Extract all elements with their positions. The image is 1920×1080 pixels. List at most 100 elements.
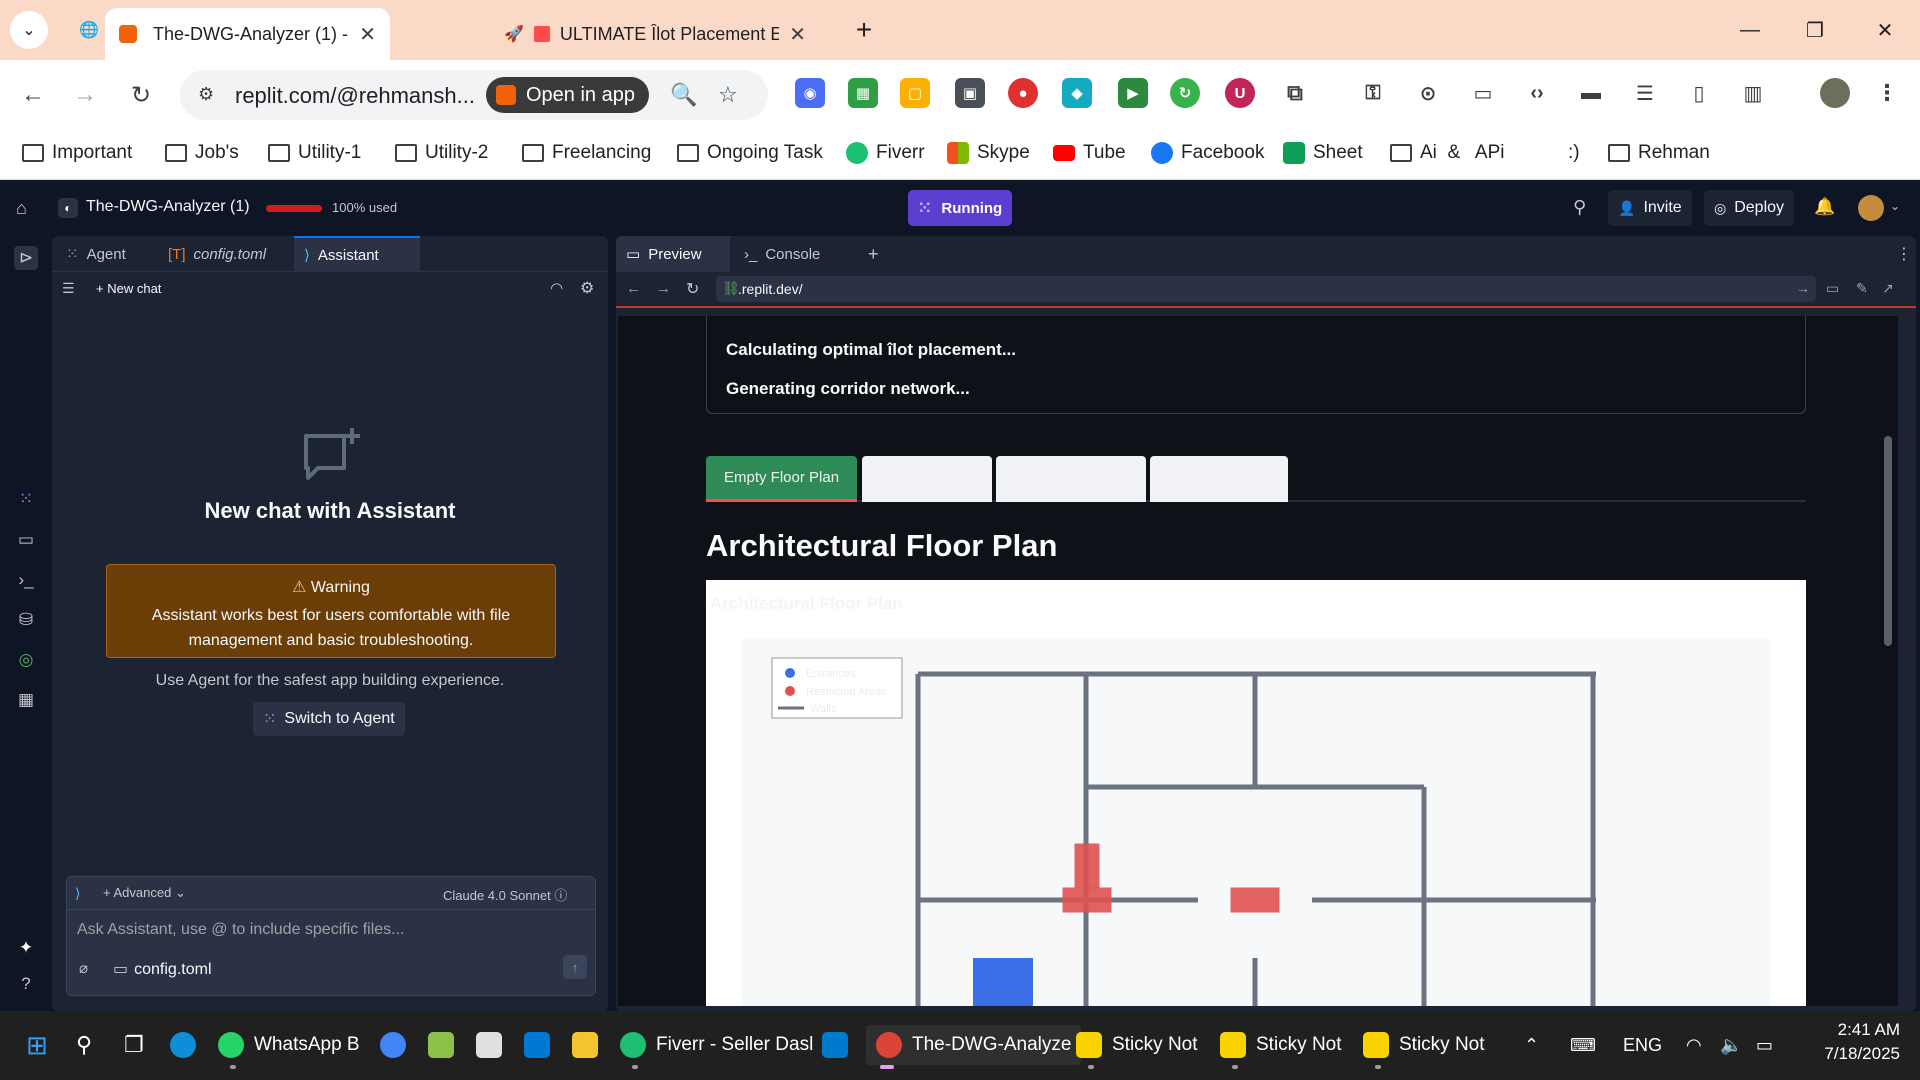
kebab-menu-icon[interactable]: ⋮ — [1872, 78, 1902, 108]
close-tab-icon[interactable]: ✕ — [359, 22, 376, 47]
paperclip-icon[interactable]: ⌀ — [79, 959, 88, 977]
task-view-icon[interactable]: ❐ — [124, 1025, 144, 1065]
tab-analysis-report[interactable]: Analysis Report — [1150, 456, 1288, 502]
pokeball-extension-icon[interactable]: ● — [1008, 78, 1038, 108]
language-indicator[interactable]: ENG — [1623, 1025, 1662, 1065]
tab-preview[interactable]: ▭ Preview — [616, 236, 730, 272]
go-arrow-icon[interactable]: → — [1796, 280, 1810, 296]
console-icon[interactable]: ›_ — [14, 568, 38, 592]
new-tab-button[interactable]: + — [845, 11, 883, 49]
model-selector[interactable]: Claude 4.0 Sonnet ⓘ — [443, 885, 567, 904]
settings-gear-icon[interactable]: ⚙ — [580, 278, 594, 298]
run-status-button[interactable]: ⁙ Running — [908, 190, 1013, 226]
extension-icon[interactable]: ↻ — [1170, 78, 1200, 108]
invite-button[interactable]: 👤 Invite — [1608, 190, 1692, 226]
address-bar[interactable]: ⚙ replit.com/@rehmansh... Open in app 🔍 … — [180, 70, 768, 120]
list-icon[interactable]: ☰ — [1630, 78, 1660, 108]
extension-icon[interactable]: ▶ — [1118, 78, 1148, 108]
forward-arrow-icon[interactable]: → — [66, 76, 104, 114]
bookmark-link[interactable]: Sheet — [1283, 142, 1363, 164]
tab-config-toml[interactable]: [T] config.toml — [158, 236, 276, 272]
info-icon[interactable]: ⓘ — [554, 888, 567, 903]
bookmark-folder[interactable]: Rehman — [1608, 142, 1710, 164]
bookmark-folder[interactable]: Job's — [165, 142, 239, 164]
apps-grid-icon[interactable]: ▦ — [14, 688, 38, 712]
tab-corridor-network[interactable]: Corridor Network — [996, 456, 1146, 502]
site-info-icon[interactable]: ⚙ — [198, 84, 214, 105]
add-tab-button[interactable]: + — [858, 236, 889, 272]
screenshot-icon[interactable]: ⊙ — [1413, 78, 1443, 108]
search-icon[interactable]: ⚲ — [1573, 197, 1586, 218]
profile-avatar[interactable] — [1820, 78, 1850, 108]
preview-scrollbar[interactable] — [1884, 436, 1892, 646]
code-icon[interactable]: ‹› — [1522, 78, 1552, 108]
restore-button[interactable]: ❐ — [1785, 8, 1845, 52]
attached-file-chip[interactable]: ▭ config.toml — [113, 959, 212, 979]
agent-grid-icon[interactable]: ⁙ — [14, 487, 38, 511]
deploy-button[interactable]: ◎ Deploy — [1704, 190, 1795, 226]
volume-icon[interactable]: 🔈 — [1720, 1025, 1742, 1065]
snipping-tool-icon[interactable] — [476, 1025, 512, 1065]
bookmark-link[interactable]: :) — [1568, 142, 1580, 164]
devtools-wrench-icon[interactable]: ✎ — [1856, 280, 1868, 297]
new-chat-button[interactable]: + New chat — [96, 281, 161, 296]
open-in-app-button[interactable]: Open in app — [486, 77, 649, 113]
edge-icon[interactable] — [170, 1025, 206, 1065]
tab-console[interactable]: ›_ Console — [734, 236, 830, 272]
bookmark-folder[interactable]: Ongoing Task — [677, 142, 823, 164]
zoom-search-icon[interactable]: 🔍 — [670, 82, 697, 108]
taskbar-app-whatsapp[interactable]: WhatsApp B — [218, 1025, 360, 1069]
vscode-icon[interactable] — [822, 1025, 858, 1065]
tab-search-button[interactable]: ⌄ — [10, 11, 48, 49]
bookmark-folder[interactable]: Utility-1 — [268, 142, 361, 164]
browser-tab-active[interactable]: The-DWG-Analyzer (1) - Replit ✕ — [105, 8, 390, 60]
chat-input[interactable]: Ask Assistant, use @ to include specific… — [77, 921, 405, 939]
devices-icon[interactable]: ▭ — [1826, 280, 1839, 297]
side-panel-icon[interactable]: ▥ — [1738, 78, 1768, 108]
globe-icon[interactable]: 🌐 — [70, 11, 108, 49]
home-icon[interactable]: ⌂ — [16, 198, 27, 219]
bookmark-folder[interactable]: Utility-2 — [395, 142, 488, 164]
start-button[interactable]: ⊞ — [26, 1025, 48, 1065]
tab-agent[interactable]: ⁙ Agent — [56, 236, 136, 272]
advanced-mode-toggle[interactable]: + Advanced ⌄ — [103, 885, 186, 901]
extension-icon[interactable]: ▢ — [900, 78, 930, 108]
bell-icon[interactable]: 🔔 — [1814, 197, 1835, 217]
tab-empty-floor-plan[interactable]: Empty Floor Plan — [706, 456, 858, 502]
chat-history-icon[interactable]: ☰ — [62, 280, 75, 297]
extension-icon[interactable]: ◆ — [1062, 78, 1092, 108]
preview-url-input[interactable]: ⛓ .replit.dev/ — [716, 276, 1816, 302]
taskbar-app-fiverr[interactable]: Fiverr - Seller Dasl — [620, 1025, 813, 1069]
close-window-button[interactable]: ✕ — [1855, 8, 1915, 52]
switch-to-agent-button[interactable]: ⁙ Switch to Agent — [253, 702, 405, 736]
keyboard-icon[interactable]: ⌨ — [1570, 1025, 1596, 1065]
wifi-icon[interactable]: ◠ — [1686, 1025, 1702, 1065]
minimize-button[interactable]: — — [1720, 8, 1780, 52]
tab-assistant[interactable]: ⟩ Assistant — [294, 236, 420, 272]
store-icon[interactable] — [524, 1025, 560, 1065]
chevron-down-icon[interactable]: ⌄ — [1890, 199, 1900, 213]
puzzle-extensions-icon[interactable]: ⧉ — [1280, 78, 1310, 108]
chevron-up-icon[interactable]: ⌃ — [1524, 1025, 1539, 1065]
send-button[interactable]: ↑ — [563, 955, 587, 979]
bookmark-folder[interactable]: Ai & APi — [1390, 142, 1504, 164]
taskbar-app-sticky-notes[interactable]: Sticky Not — [1220, 1025, 1342, 1069]
clock[interactable]: 2:41 AM 7/18/2025 — [1800, 1020, 1900, 1064]
back-arrow-icon[interactable]: ← — [626, 280, 641, 297]
file-explorer-icon[interactable] — [572, 1025, 608, 1065]
taskbar-app-sticky-notes[interactable]: Sticky Not — [1363, 1025, 1485, 1069]
taskbar-app-sticky-notes[interactable]: Sticky Not — [1076, 1025, 1198, 1069]
help-icon[interactable]: ? — [14, 972, 38, 996]
close-tab-icon[interactable]: ✕ — [789, 22, 806, 47]
monitor-icon[interactable]: ▭ — [14, 528, 38, 552]
floor-plan-plot[interactable]: Architectural Floor Plan Entrances Restr… — [706, 580, 1806, 1006]
toggle-sidebar-icon[interactable]: ⊳ — [14, 246, 38, 270]
usage-bar[interactable] — [266, 205, 322, 212]
search-icon[interactable]: ⚲ — [76, 1025, 92, 1065]
database-icon[interactable]: ⛁ — [14, 608, 38, 632]
bookmark-link[interactable]: Facebook — [1151, 142, 1264, 164]
browser-tab[interactable]: 🚀 ULTIMATE Îlot Placement En ✕ — [490, 8, 820, 60]
gauge-icon[interactable]: ◠ — [550, 279, 563, 297]
key-icon[interactable]: ⚿ — [1358, 78, 1388, 108]
battery-icon[interactable]: ▭ — [1756, 1025, 1773, 1065]
